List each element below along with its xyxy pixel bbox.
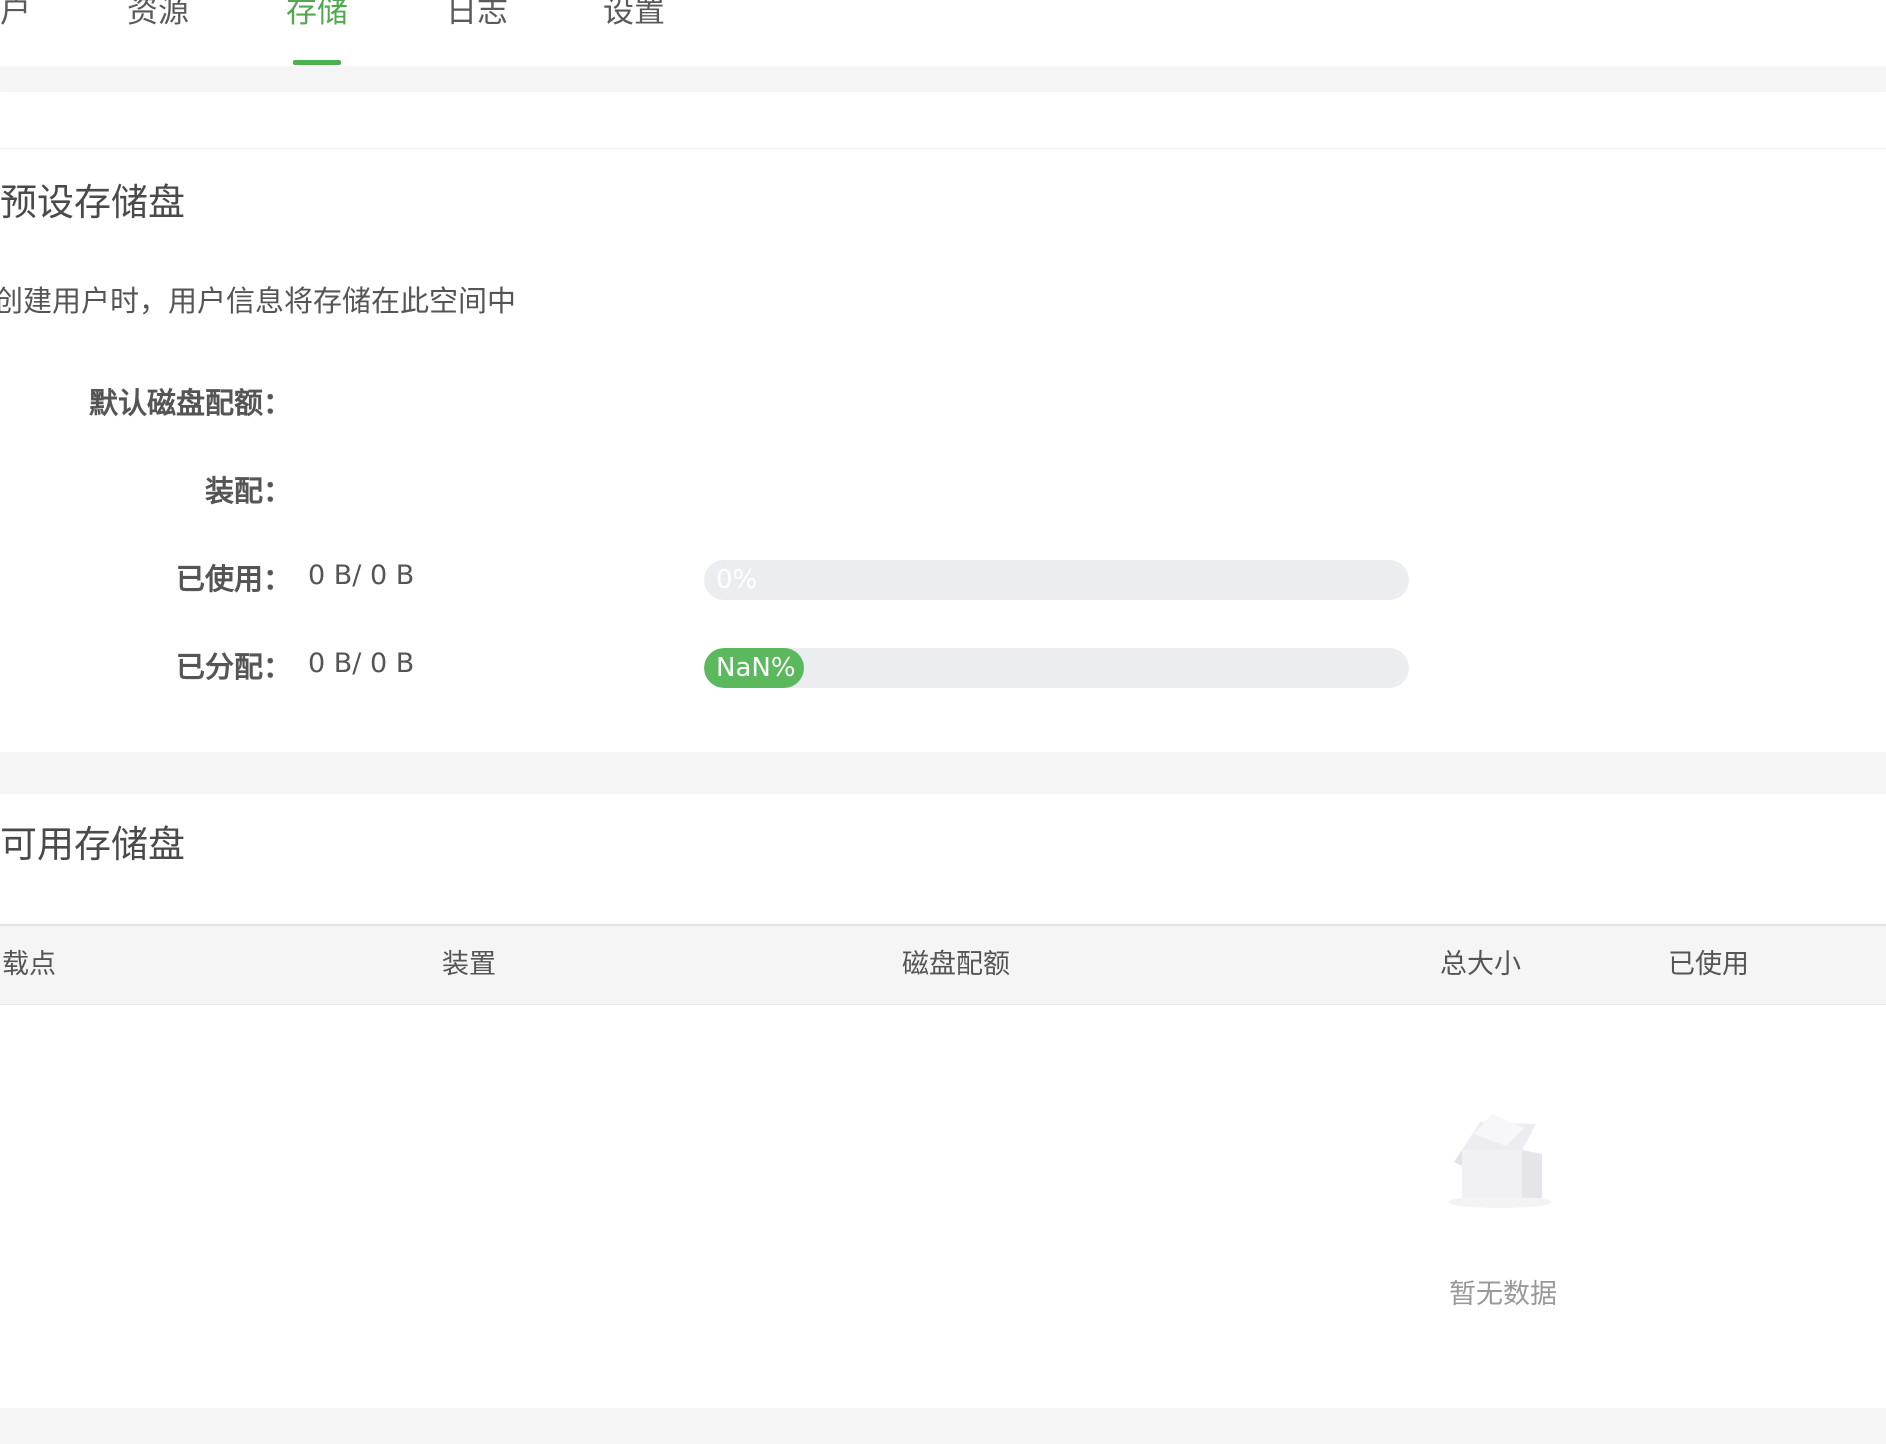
spacer — [0, 1408, 1886, 1444]
allocated-progress-bar: NaN% — [704, 648, 1409, 688]
tab-settings[interactable]: 设置 — [603, 0, 665, 31]
allocated-label: 已分配： — [175, 650, 292, 684]
column-disk-quota[interactable]: 磁盘配额 — [902, 926, 1010, 1004]
column-total-size[interactable]: 总大小 — [1440, 926, 1521, 1004]
allocated-value: 0 B/ 0 B — [308, 648, 415, 679]
top-tab-bar: 户 资源 存储 日志 设置 — [0, 0, 1886, 67]
available-storage-card: 可用存储盘 载点 装置 磁盘配额 总大小 已使用 暂无数据 — [0, 794, 1886, 1408]
spacer — [0, 752, 1886, 794]
column-device[interactable]: 装置 — [442, 926, 496, 1004]
default-storage-description: 创建用户时，用户信息将存储在此空间中 — [0, 284, 517, 318]
used-value: 0 B/ 0 B — [308, 560, 415, 591]
tab-logs[interactable]: 日志 — [446, 0, 508, 31]
default-storage-card: 预设存储盘 创建用户时，用户信息将存储在此空间中 默认磁盘配额： 装配： 已使用… — [0, 92, 1886, 752]
allocated-progress-text: NaN% — [716, 653, 796, 683]
column-used[interactable]: 已使用 — [1668, 926, 1749, 1004]
used-label: 已使用： — [175, 562, 292, 596]
empty-state-text: 暂无数据 — [1449, 1279, 1557, 1310]
available-storage-title: 可用存储盘 — [0, 823, 185, 866]
divider — [0, 148, 1886, 149]
device-label: 装配： — [204, 474, 292, 508]
spacer — [0, 66, 1886, 92]
default-quota-label: 默认磁盘配额： — [88, 386, 292, 420]
storage-table-header: 载点 装置 磁盘配额 总大小 已使用 — [0, 924, 1886, 1005]
empty-box-icon — [1440, 1094, 1560, 1214]
tab-resources[interactable]: 资源 — [127, 0, 189, 31]
default-storage-title: 预设存储盘 — [0, 181, 185, 224]
tab-storage[interactable]: 存储 — [286, 0, 348, 31]
used-progress-text: 0% — [716, 565, 758, 595]
tab-users[interactable]: 户 — [0, 0, 31, 31]
active-tab-indicator — [293, 60, 341, 65]
used-progress-bar: 0% — [704, 560, 1409, 600]
column-mount-point[interactable]: 载点 — [2, 926, 56, 1004]
